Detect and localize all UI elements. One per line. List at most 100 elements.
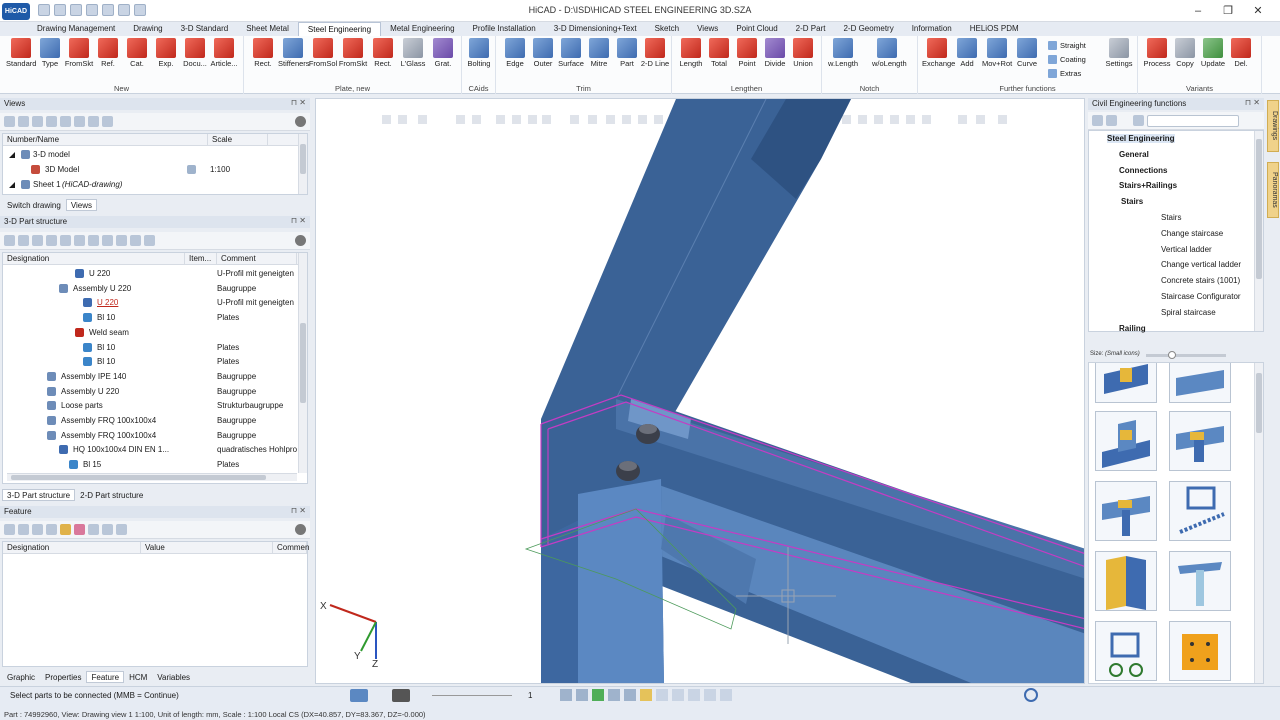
table-row[interactable]: Assembly U 220 Baugruppe <box>3 385 307 400</box>
tree-tool-icon[interactable] <box>1092 115 1103 126</box>
table-row[interactable]: Assembly IPE 140 Baugruppe <box>3 370 307 385</box>
tab-views[interactable]: Views <box>65 199 98 211</box>
variants-copy-button[interactable]: Copy <box>1170 38 1200 80</box>
connection-thumbnail[interactable] <box>1169 551 1231 611</box>
trim-2-d-line-button[interactable]: 2-D Line <box>640 38 670 80</box>
tab-3d-part-structure[interactable]: 3-D Part structure <box>2 489 76 501</box>
menu-tab-metal-engineering[interactable]: Metal Engineering <box>381 22 463 36</box>
menu-tab-3-d-dimensioning-text[interactable]: 3-D Dimensioning+Text <box>545 22 646 36</box>
feature-tool-icon[interactable] <box>60 524 71 535</box>
column-value[interactable]: Value <box>141 542 273 553</box>
lengthen-length-button[interactable]: Length <box>676 38 706 80</box>
gear-icon[interactable] <box>295 235 306 246</box>
civil-tree-scrollbar[interactable] <box>1254 131 1263 331</box>
tool-icon[interactable] <box>144 235 155 246</box>
tool-icon[interactable] <box>60 235 71 246</box>
lengthen-divide-button[interactable]: Divide <box>760 38 790 80</box>
column-item[interactable]: Item... <box>185 253 217 264</box>
tree-item-stairs-railings[interactable]: Stairs+Railings <box>1119 181 1177 190</box>
tree-item-steel-engineering[interactable]: Steel Engineering <box>1107 134 1175 143</box>
tree-item-general[interactable]: General <box>1119 150 1149 159</box>
view-tool-icon[interactable] <box>46 116 57 127</box>
tool-icon[interactable] <box>576 689 588 701</box>
tab-feature[interactable]: Feature <box>86 671 125 683</box>
line-style-selector[interactable] <box>432 695 512 696</box>
menu-tab-profile-installation[interactable]: Profile Installation <box>464 22 545 36</box>
menu-tab-drawing-management[interactable]: Drawing Management <box>28 22 124 36</box>
connection-thumbnail[interactable] <box>1169 411 1231 471</box>
lengthen-point-button[interactable]: Point <box>732 38 762 80</box>
new-ref--button[interactable]: Ref. <box>93 38 123 80</box>
column-number-name[interactable]: Number/Name <box>3 134 208 145</box>
menu-tab-3-d-standard[interactable]: 3-D Standard <box>172 22 238 36</box>
plate-new-l-glass-button[interactable]: L'Glass <box>398 38 428 80</box>
refresh-icon[interactable] <box>1024 688 1038 702</box>
tab-variables[interactable]: Variables <box>152 671 195 683</box>
caids-bolting-button[interactable]: Bolting <box>464 38 494 80</box>
menu-tab-drawing[interactable]: Drawing <box>124 22 171 36</box>
tab-drawings[interactable]: Drawings <box>1267 100 1279 152</box>
table-row[interactable]: Bl 10 Plates <box>3 355 307 370</box>
new-fromskt-button[interactable]: FromSkt <box>64 38 94 80</box>
table-row[interactable]: Assembly FRQ 100x100x4 Baugruppe <box>3 429 307 444</box>
settings-button[interactable]: Settings <box>1104 38 1134 80</box>
variants-del--button[interactable]: Del. <box>1226 38 1256 80</box>
table-row[interactable]: Assembly FRQ 100x100x4 Baugruppe <box>3 414 307 429</box>
tab-hcm[interactable]: HCM <box>124 671 152 683</box>
panel-pin-close-icons[interactable]: ⊓ ✕ <box>291 506 306 515</box>
trim-outer-button[interactable]: Outer <box>528 38 558 80</box>
tool-icon[interactable] <box>46 235 57 246</box>
close-button[interactable]: ✕ <box>1244 3 1272 19</box>
tool-icon[interactable] <box>640 689 652 701</box>
connection-thumbnail[interactable] <box>1169 621 1231 681</box>
color-swatch[interactable] <box>392 689 410 702</box>
tool-icon[interactable] <box>688 689 700 701</box>
column-comment[interactable]: Comment <box>217 253 297 264</box>
tab-graphic[interactable]: Graphic <box>2 671 40 683</box>
menu-tab-sketch[interactable]: Sketch <box>646 22 688 36</box>
table-row[interactable]: Bl 10 Plates <box>3 341 307 356</box>
tree-tool-icon[interactable] <box>1106 115 1117 126</box>
gear-icon[interactable] <box>295 524 306 535</box>
plate-new-stiffeners-button[interactable]: Stiffeners <box>278 38 310 80</box>
column-designation[interactable]: Designation <box>3 542 141 553</box>
panel-pin-close-icons[interactable]: ⊓ ✕ <box>1245 98 1260 107</box>
panel-pin-close-icons[interactable]: ⊓ ✕ <box>291 98 306 107</box>
table-row[interactable]: Weld seam <box>3 326 307 341</box>
feature-tool-icon[interactable] <box>88 524 99 535</box>
tool-icon[interactable] <box>704 689 716 701</box>
layer-value[interactable]: 1 <box>528 691 532 700</box>
tool-icon[interactable] <box>624 689 636 701</box>
further-exchange-button[interactable]: Exchange <box>922 38 955 80</box>
plane-icon[interactable] <box>350 689 368 702</box>
menu-tab-helios-pdm[interactable]: HELiOS PDM <box>961 22 1028 36</box>
straight-button[interactable]: Straight <box>1048 41 1086 50</box>
feature-tool-icon[interactable] <box>74 524 85 535</box>
table-row[interactable]: Bl 15 Plates <box>3 458 307 473</box>
tool-icon[interactable] <box>608 689 620 701</box>
column-comment[interactable]: Commen <box>273 542 309 553</box>
new-standard-button[interactable]: Standard <box>6 38 36 80</box>
gallery-scrollbar[interactable] <box>1254 363 1263 683</box>
new-cat--button[interactable]: Cat. <box>122 38 152 80</box>
plate-new-fromsol-button[interactable]: FromSol <box>308 38 338 80</box>
column-designation[interactable]: Designation <box>3 253 185 264</box>
menu-tab-views[interactable]: Views <box>688 22 727 36</box>
menu-tab-2-d-geometry[interactable]: 2-D Geometry <box>834 22 902 36</box>
civil-search-input[interactable] <box>1147 114 1239 127</box>
connection-thumbnail[interactable] <box>1095 481 1157 541</box>
horizontal-scrollbar[interactable] <box>7 473 297 481</box>
menu-tab-steel-engineering[interactable]: Steel Engineering <box>297 22 382 36</box>
new-type-button[interactable]: Type <box>35 38 65 80</box>
menu-tab-information[interactable]: Information <box>903 22 961 36</box>
eye-icon[interactable] <box>187 165 196 174</box>
notch-w-olength-button[interactable]: w/oLength <box>872 38 907 80</box>
tree-item-railing[interactable]: Railing <box>1119 324 1146 333</box>
tool-icon[interactable] <box>656 689 668 701</box>
tab-panoramas[interactable]: Panoramas <box>1267 162 1279 218</box>
plate-new-grat--button[interactable]: Grat. <box>428 38 458 80</box>
table-row[interactable]: HQ 100x100x4 DIN EN 1... quadratisches Ho… <box>3 443 307 458</box>
tool-icon[interactable] <box>102 235 113 246</box>
table-row[interactable]: U 220 U-Profil mit geneigten <box>3 296 307 311</box>
feature-tool-icon[interactable] <box>116 524 127 535</box>
